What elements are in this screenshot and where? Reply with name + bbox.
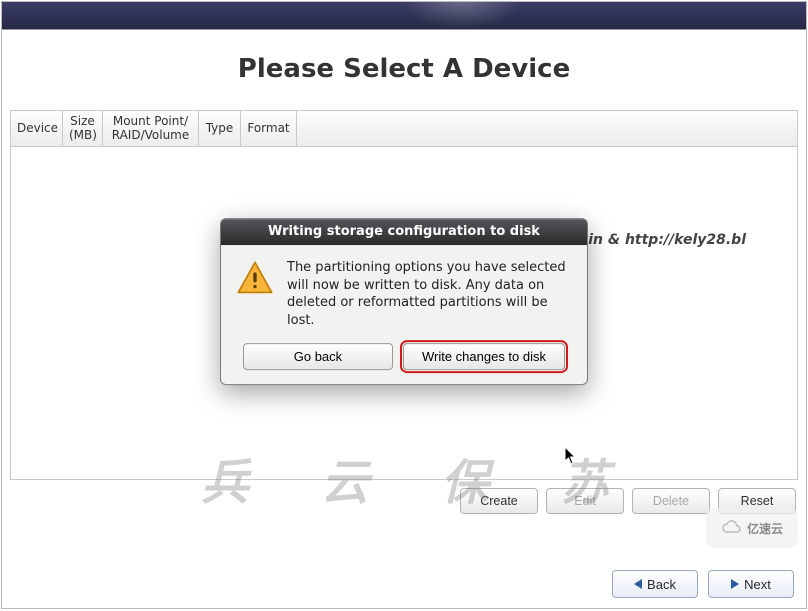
- next-button[interactable]: Next: [708, 570, 794, 598]
- write-changes-button[interactable]: Write changes to disk: [403, 343, 565, 370]
- arrow-right-icon: [731, 579, 739, 589]
- col-size[interactable]: Size (MB): [63, 111, 103, 146]
- dialog-title: Writing storage configuration to disk: [221, 219, 587, 245]
- write-storage-dialog: Writing storage configuration to disk Th…: [220, 218, 588, 385]
- partition-action-row: Create Edit Delete Reset: [2, 488, 796, 514]
- installer-header-bar: [2, 2, 806, 30]
- col-device[interactable]: Device: [11, 111, 63, 146]
- arrow-left-icon: [634, 579, 642, 589]
- page-title-area: Please Select A Device: [2, 30, 806, 110]
- wizard-nav-row: Back Next: [612, 570, 794, 598]
- create-button[interactable]: Create: [460, 488, 538, 514]
- watermark-brand-logo: 亿速云: [706, 508, 798, 548]
- col-type[interactable]: Type: [199, 111, 241, 146]
- dialog-message: The partitioning options you have select…: [287, 259, 573, 329]
- dialog-action-row: Go back Write changes to disk: [221, 335, 587, 384]
- watermark-brand-text: 亿速云: [747, 520, 783, 537]
- edit-button: Edit: [546, 488, 624, 514]
- go-back-button[interactable]: Go back: [243, 343, 393, 370]
- warning-icon: [235, 259, 275, 299]
- delete-button: Delete: [632, 488, 710, 514]
- cloud-icon: [721, 520, 743, 536]
- device-table-header: Device Size (MB) Mount Point/ RAID/Volum…: [11, 111, 797, 147]
- back-label: Back: [647, 577, 676, 592]
- dialog-body: The partitioning options you have select…: [221, 245, 587, 335]
- page-title: Please Select A Device: [2, 54, 806, 84]
- back-button[interactable]: Back: [612, 570, 698, 598]
- reset-button[interactable]: Reset: [718, 488, 796, 514]
- col-mount[interactable]: Mount Point/ RAID/Volume: [103, 111, 199, 146]
- next-label: Next: [744, 577, 771, 592]
- col-format[interactable]: Format: [241, 111, 297, 146]
- col-spacer: [297, 111, 797, 146]
